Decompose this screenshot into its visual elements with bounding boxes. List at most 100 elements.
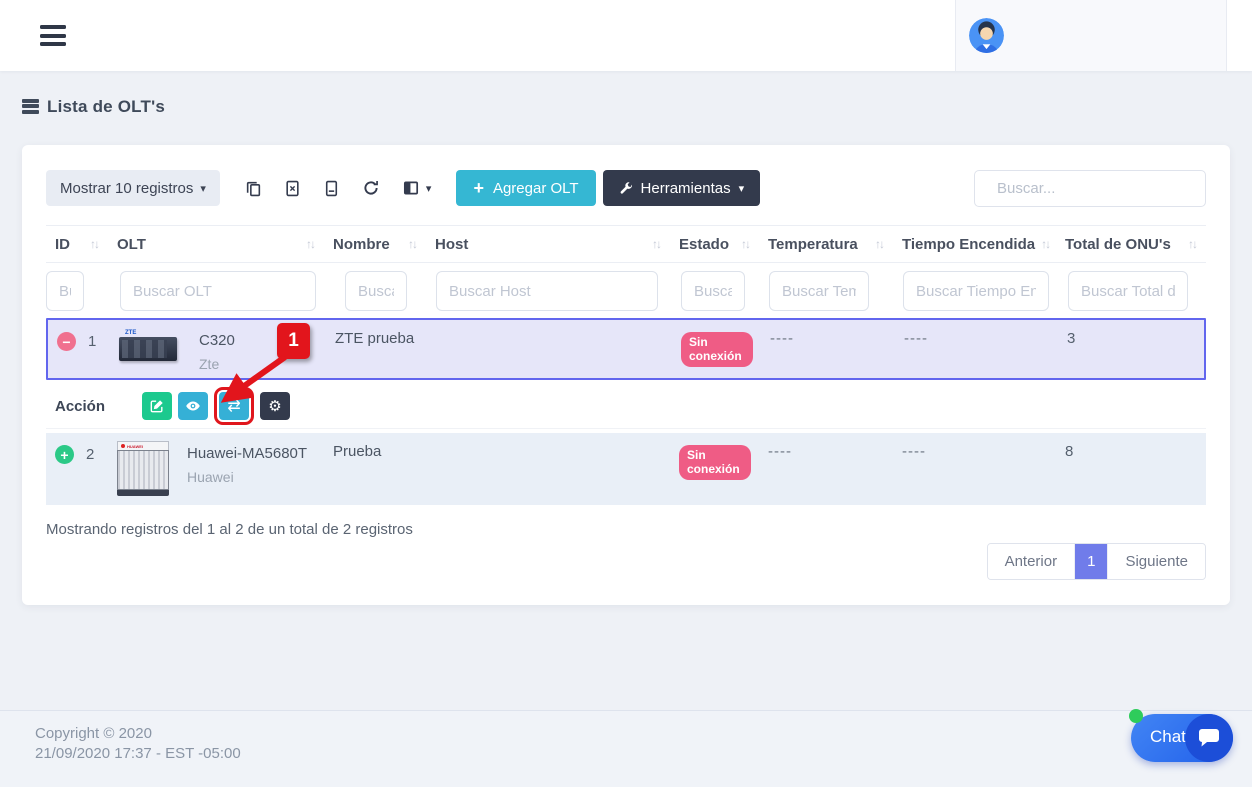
export-excel-button[interactable] [273, 170, 312, 206]
filter-total-input[interactable] [1068, 271, 1188, 311]
chat-bubble-circle [1185, 714, 1233, 762]
column-visibility-button[interactable]: ▾ [391, 170, 443, 206]
sort-icon: ↑↓ [652, 237, 660, 251]
server-icon [22, 99, 39, 116]
status-badge: Sin conexión [679, 445, 751, 480]
collapse-row-icon[interactable]: − [57, 332, 76, 351]
wrench-icon [619, 181, 633, 195]
olt-nombre: ZTE prueba [326, 320, 428, 347]
edit-icon [150, 399, 164, 413]
pagination-previous[interactable]: Anterior [988, 544, 1075, 579]
expand-row-icon[interactable]: + [55, 445, 74, 464]
table-row[interactable]: + 2 HUAWEI Huawei-MA5680T Huawei Prueba … [46, 433, 1206, 505]
caret-down-icon: ▾ [739, 184, 745, 195]
chat-widget[interactable]: Chat [1131, 714, 1233, 762]
filter-temperatura-input[interactable] [769, 271, 869, 311]
show-entries-dropdown[interactable]: Mostrar 10 registros ▾ [46, 170, 220, 206]
eye-icon [185, 398, 201, 414]
chat-label: Chat [1150, 727, 1186, 747]
sort-icon: ↑↓ [90, 237, 98, 251]
tools-dropdown[interactable]: Herramientas ▾ [603, 170, 761, 206]
pagination-page-1[interactable]: 1 [1074, 544, 1107, 579]
column-header-tiempo[interactable]: Tiempo Encendida↑↓ [893, 236, 1056, 253]
filter-estado-input[interactable] [681, 271, 745, 311]
action-label: Acción [55, 398, 105, 415]
records-summary: Mostrando registros del 1 al 2 de un tot… [46, 521, 413, 538]
zte-device-image: ZTE [119, 328, 181, 372]
filter-tiempo-input[interactable] [903, 271, 1049, 311]
sort-icon: ↑↓ [875, 237, 883, 251]
status-badge: Sin conexión [681, 332, 753, 367]
column-header-id[interactable]: ID↑↓ [46, 236, 108, 253]
edit-olt-button[interactable] [142, 392, 172, 420]
add-olt-label: Agregar OLT [493, 180, 579, 197]
olt-host [426, 433, 670, 443]
filter-host-input[interactable] [436, 271, 658, 311]
page-footer: Copyright © 2020 21/09/2020 17:37 - EST … [0, 710, 1252, 787]
page-title: Lista de OLT's [47, 97, 165, 117]
huawei-device-image: HUAWEI [117, 441, 169, 496]
column-header-nombre[interactable]: Nombre↑↓ [324, 236, 426, 253]
avatar-image [969, 18, 1004, 53]
column-header-total-onus[interactable]: Total de ONU's↑↓ [1056, 236, 1206, 253]
export-file-button[interactable] [312, 170, 351, 206]
pagination: Anterior 1 Siguiente [987, 543, 1206, 580]
excel-file-icon [284, 180, 301, 197]
table-filter-row [46, 267, 1206, 315]
pagination-next[interactable]: Siguiente [1107, 544, 1205, 579]
olt-host [428, 320, 672, 330]
sort-icon: ↑↓ [741, 237, 749, 251]
copy-button[interactable] [234, 170, 273, 206]
olt-model: C320 [199, 332, 235, 349]
action-row: Acción ⇄ ⚙ [46, 384, 1206, 429]
columns-icon [402, 179, 420, 197]
search-box [974, 170, 1206, 207]
caret-down-icon: ▾ [426, 184, 432, 195]
user-avatar[interactable] [969, 18, 1004, 53]
sort-icon: ↑↓ [306, 237, 314, 251]
olt-nombre: Prueba [324, 433, 426, 460]
user-panel [955, 0, 1227, 71]
table-toolbar: Mostrar 10 registros ▾ [46, 170, 1206, 206]
olt-brand: Huawei [187, 469, 307, 485]
sort-icon: ↑↓ [408, 237, 416, 251]
caret-down-icon: ▾ [200, 184, 206, 195]
file-icon [323, 180, 340, 197]
gears-icon: ⚙ [268, 397, 281, 415]
column-header-olt[interactable]: OLT↑↓ [108, 236, 324, 253]
top-navbar [0, 0, 1252, 71]
column-header-host[interactable]: Host↑↓ [426, 236, 670, 253]
timestamp-text: 21/09/2020 17:37 - EST -05:00 [35, 745, 1252, 762]
add-olt-button[interactable]: + Agregar OLT [456, 170, 595, 206]
show-entries-label: Mostrar 10 registros [60, 180, 193, 197]
transfer-olt-button[interactable]: ⇄ [219, 392, 249, 420]
olt-model: Huawei-MA5680T [187, 445, 307, 462]
settings-olt-button[interactable]: ⚙ [260, 392, 290, 420]
olt-tiempo-encendida: ---- [893, 433, 1056, 460]
menu-toggle-icon[interactable] [40, 25, 66, 46]
copy-icon [245, 180, 262, 197]
speech-bubble-icon [1197, 727, 1221, 749]
view-olt-button[interactable] [178, 392, 208, 420]
page-header: Lista de OLT's [22, 97, 165, 117]
copyright-text: Copyright © 2020 [35, 725, 1252, 742]
olt-tiempo-encendida: ---- [895, 320, 1058, 347]
filter-olt-input[interactable] [120, 271, 316, 311]
annotation-step-badge: 1 [277, 323, 310, 359]
filter-nombre-input[interactable] [345, 271, 407, 311]
table-header-row: ID↑↓ OLT↑↓ Nombre↑↓ Host↑↓ Estado↑↓ Temp… [46, 225, 1206, 263]
online-status-dot [1129, 709, 1143, 723]
row-id: 2 [86, 446, 94, 463]
column-header-temperatura[interactable]: Temperatura↑↓ [759, 236, 893, 253]
olt-temperatura: ---- [761, 320, 895, 347]
tools-label: Herramientas [641, 180, 731, 197]
search-input[interactable] [997, 180, 1196, 197]
filter-id-input[interactable] [46, 271, 84, 311]
refresh-button[interactable] [351, 170, 391, 206]
olt-brand: Zte [199, 356, 235, 372]
olt-total-onus: 3 [1058, 320, 1208, 347]
column-header-estado[interactable]: Estado↑↓ [670, 236, 759, 253]
refresh-icon [362, 179, 380, 197]
table-row[interactable]: − 1 ZTE C320 Zte ZTE prueba Sin conexión… [46, 318, 1206, 380]
plus-icon: + [473, 179, 484, 197]
